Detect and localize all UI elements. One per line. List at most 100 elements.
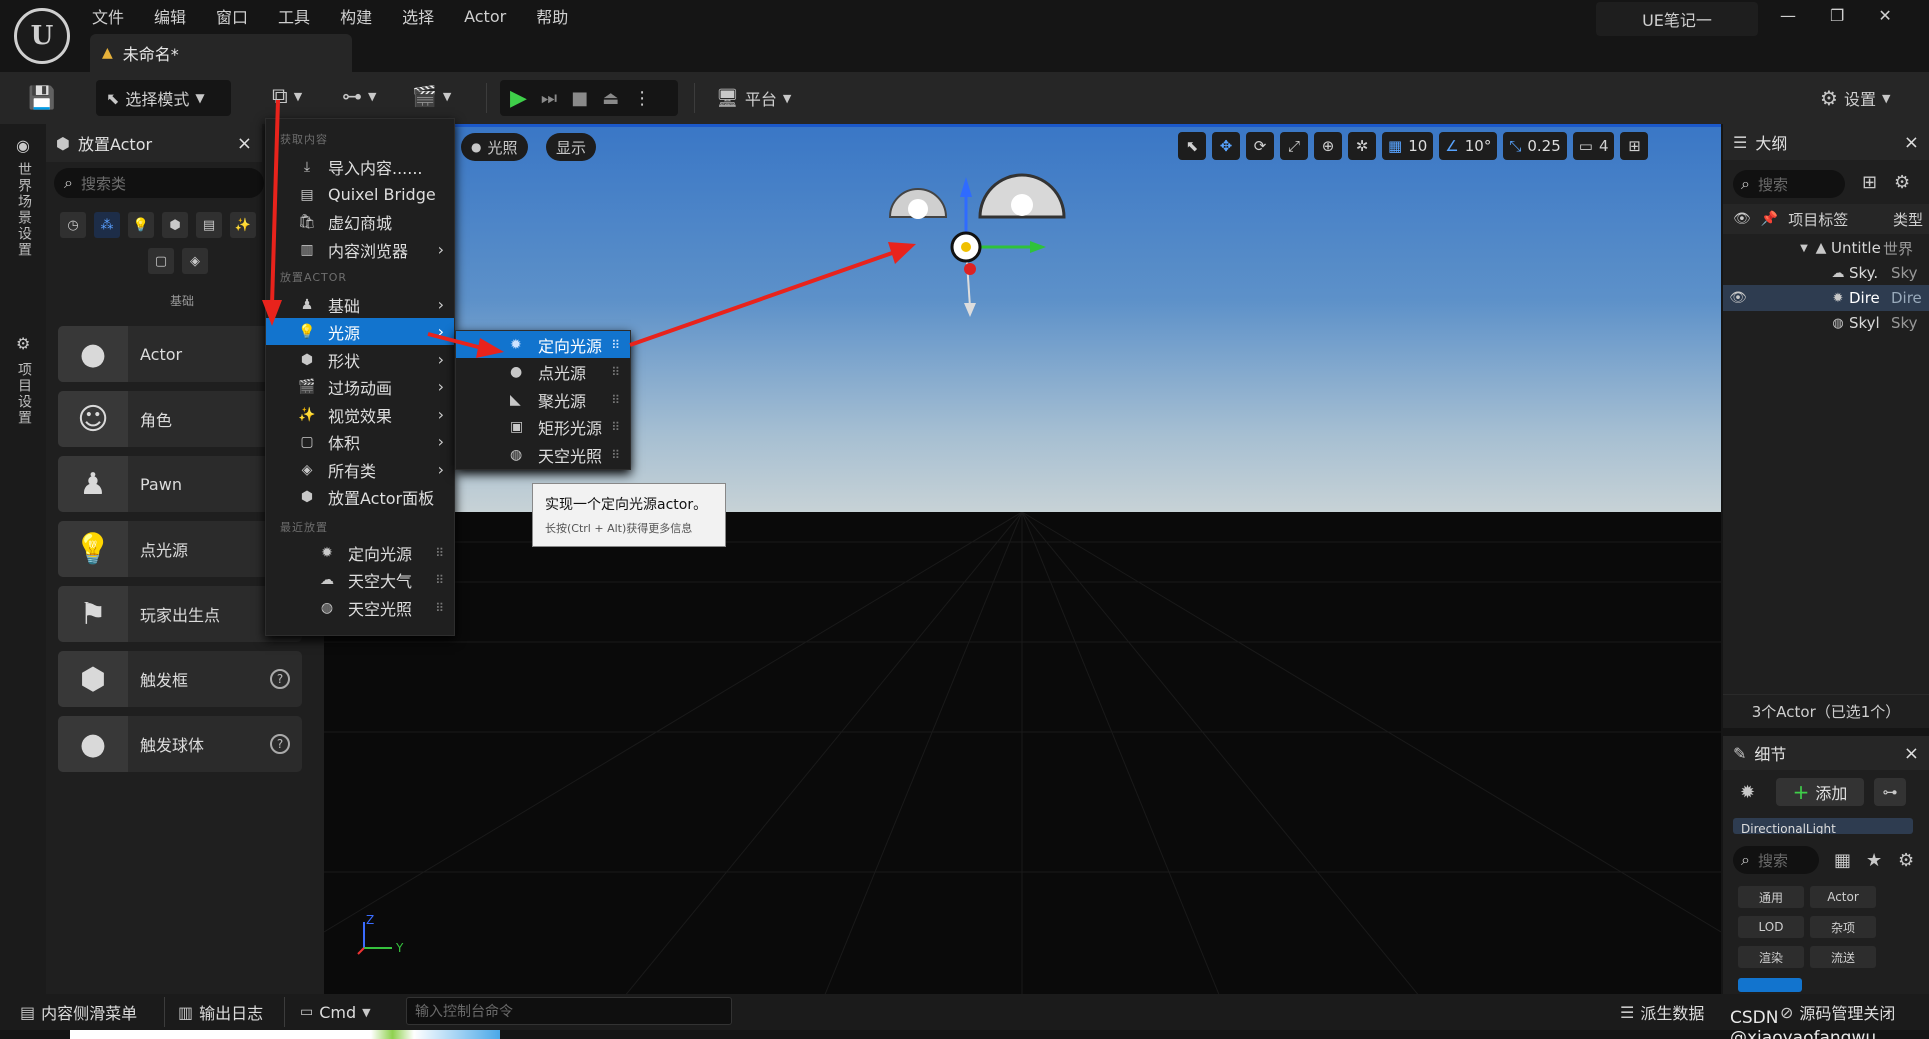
help-icon[interactable]: ? <box>270 669 290 689</box>
content-drawer-button[interactable]: ▤ 内容侧滑菜单 <box>20 997 137 1027</box>
add-folder-icon[interactable]: ⊞ <box>1862 172 1877 193</box>
submenu-item-spot-light[interactable]: ◣ 聚光源 ⠿ <box>456 386 630 413</box>
filter-chip-rendering[interactable]: 渲染 <box>1738 946 1804 968</box>
recent-icon[interactable]: ◷ <box>60 212 86 238</box>
stop-icon[interactable]: ■ <box>571 88 588 109</box>
column-item-label[interactable]: 项目标签 <box>1788 209 1883 230</box>
shapes-icon[interactable]: ⬢ <box>162 212 188 238</box>
menu-item-visual-effects[interactable]: ✨ 视觉效果 › <box>266 401 454 428</box>
rotation-snap-button[interactable]: ∠ 10° <box>1439 132 1498 160</box>
menu-help[interactable]: 帮助 <box>536 4 568 28</box>
console-input[interactable]: 输入控制台命令 <box>406 997 732 1025</box>
save-icon[interactable]: 💾 <box>28 86 55 111</box>
output-log-button[interactable]: ▥ 输出日志 <box>178 997 263 1027</box>
project-settings-tab[interactable]: 项目设置 <box>14 362 34 426</box>
component-tree-item[interactable]: DirectionalLight <box>1733 818 1913 834</box>
all-classes-icon[interactable]: ◈ <box>182 248 208 274</box>
select-tool-icon[interactable]: ⬉ <box>1178 132 1206 160</box>
menu-item-content-browser[interactable]: ▥ 内容浏览器 › <box>266 236 454 263</box>
blueprint-icon[interactable]: ⊶ <box>1874 778 1906 806</box>
drag-handle-icon[interactable]: ⠿ <box>611 420 620 434</box>
filter-chip-streaming[interactable]: 流送 <box>1810 946 1876 968</box>
step-icon[interactable]: ⏭ <box>541 88 557 109</box>
world-settings-tab[interactable]: 世界场景设置 <box>14 162 34 258</box>
scale-snap-button[interactable]: ⤡ 0.25 <box>1503 132 1567 160</box>
add-content-button[interactable]: ⧉ ▼ <box>272 84 302 109</box>
actor-item-trigger-sphere[interactable]: ● 触发球体 ? <box>58 716 302 772</box>
lights-icon[interactable]: 💡 <box>128 212 154 238</box>
translate-tool-icon[interactable]: ✥ <box>1212 132 1240 160</box>
drag-handle-icon[interactable]: ⠿ <box>611 338 620 352</box>
restore-icon[interactable]: ❐ <box>1830 6 1844 25</box>
camera-speed-button[interactable]: ▭ 4 <box>1572 132 1615 160</box>
close-window-icon[interactable]: ✕ <box>1878 6 1891 25</box>
lighting-mode-button[interactable]: ● 光照 <box>461 133 528 161</box>
volumes-icon[interactable]: ▢ <box>148 248 174 274</box>
outliner-row-sky-atmosphere[interactable]: ☁ Sky. Sky <box>1723 260 1929 286</box>
menu-item-marketplace[interactable]: 🛍 虚幻商城 <box>266 208 454 235</box>
drag-handle-icon[interactable]: ⠿ <box>435 573 444 587</box>
gear-icon[interactable]: ⚙ <box>1894 172 1910 193</box>
close-icon[interactable]: × <box>237 133 252 154</box>
filter-chip-all[interactable] <box>1738 978 1802 992</box>
document-tab[interactable]: ▲ 未命名* <box>90 34 352 72</box>
star-icon[interactable]: ★ <box>1866 850 1882 871</box>
close-icon[interactable]: × <box>1904 132 1919 153</box>
cinematic-icon[interactable]: ▤ <box>196 212 222 238</box>
submenu-item-directional-light[interactable]: ✹ 定向光源 ⠿ <box>456 331 630 358</box>
outliner-row-world[interactable]: ▼ ▲ Untitle 世界 <box>1723 235 1929 261</box>
menu-item-all-classes[interactable]: ◈ 所有类 › <box>266 456 454 483</box>
menu-item-cinematic[interactable]: 🎬 过场动画 › <box>266 373 454 400</box>
outliner-row-sky-light[interactable]: ◍ Skyl Sky <box>1723 310 1929 336</box>
sky-light-gizmo[interactable] <box>978 173 1066 219</box>
recent-item-sky-atmosphere[interactable]: ☁ 天空大气 ⠿ <box>266 566 454 593</box>
drag-handle-icon[interactable]: ⠿ <box>435 601 444 615</box>
menu-select[interactable]: 选择 <box>402 4 434 28</box>
help-icon[interactable]: ? <box>270 734 290 754</box>
submenu-item-sky-light[interactable]: ◍ 天空光照 ⠿ <box>456 441 630 468</box>
close-icon[interactable]: × <box>1904 743 1919 764</box>
details-search[interactable]: ⌕ 搜索 <box>1733 846 1819 874</box>
submenu-item-rect-light[interactable]: ▣ 矩形光源 ⠿ <box>456 413 630 440</box>
add-component-button[interactable]: + 添加 <box>1776 778 1864 806</box>
play-icon[interactable]: ▶ <box>510 86 527 111</box>
blueprint-button[interactable]: ⊶ ▼ <box>342 84 376 108</box>
menu-build[interactable]: 构建 <box>340 4 372 28</box>
filter-chip-misc[interactable]: 杂项 <box>1810 916 1876 938</box>
menu-item-lights[interactable]: 💡 光源 › <box>266 318 454 345</box>
submenu-item-point-light[interactable]: ● 点光源 ⠿ <box>456 358 630 385</box>
outliner-search[interactable]: ⌕ 搜索 <box>1733 170 1845 198</box>
drag-handle-icon[interactable]: ⠿ <box>435 546 444 560</box>
cinematics-button[interactable]: 🎬 ▼ <box>412 84 451 108</box>
surface-snap-icon[interactable]: ✲ <box>1348 132 1376 160</box>
menu-edit[interactable]: 编辑 <box>154 4 186 28</box>
menu-item-volumes[interactable]: ▢ 体积 › <box>266 428 454 455</box>
menu-item-place-actors-panel[interactable]: ⬢ 放置Actor面板 <box>266 483 454 510</box>
show-button[interactable]: 显示 <box>546 133 597 161</box>
filter-chip-actor[interactable]: Actor <box>1810 886 1876 908</box>
recent-item-directional-light[interactable]: ✹ 定向光源 ⠿ <box>266 539 454 566</box>
drag-handle-icon[interactable]: ⠿ <box>611 448 620 462</box>
outliner-row-directional-light[interactable]: 👁 ✹ Dire Dire <box>1723 285 1929 311</box>
grid-snap-button[interactable]: ▦ 10 <box>1382 132 1434 160</box>
menu-item-quixel-bridge[interactable]: ▤ Quixel Bridge <box>266 181 454 208</box>
minimize-icon[interactable]: — <box>1780 6 1796 25</box>
light-gizmos[interactable] <box>884 137 1204 437</box>
more-options-icon[interactable]: ⋮ <box>633 88 651 109</box>
table-view-icon[interactable]: ▦ <box>1834 850 1851 871</box>
rotate-tool-icon[interactable]: ⟳ <box>1246 132 1274 160</box>
drag-handle-icon[interactable]: ⠿ <box>611 365 620 379</box>
eye-icon[interactable]: 👁 <box>1733 211 1751 227</box>
menu-item-import[interactable]: ⤓ 导入内容...... <box>266 153 454 180</box>
world-space-icon[interactable]: ⊕ <box>1314 132 1342 160</box>
level-viewport[interactable] <box>324 124 1721 994</box>
scale-tool-icon[interactable]: ⤢ <box>1280 132 1308 160</box>
basic-icon[interactable]: ⁂ <box>94 212 120 238</box>
derived-data-button[interactable]: ☰ 派生数据 <box>1620 997 1704 1027</box>
viewport-layout-icon[interactable]: ⊞ <box>1620 132 1649 160</box>
chevron-down-icon[interactable]: ▼ <box>1797 243 1811 254</box>
recent-item-sky-light[interactable]: ◍ 天空光照 ⠿ <box>266 594 454 621</box>
filter-chip-general[interactable]: 通用 <box>1738 886 1804 908</box>
menu-tools[interactable]: 工具 <box>278 4 310 28</box>
place-actors-search[interactable]: ⌕ 搜索类 <box>54 168 264 198</box>
